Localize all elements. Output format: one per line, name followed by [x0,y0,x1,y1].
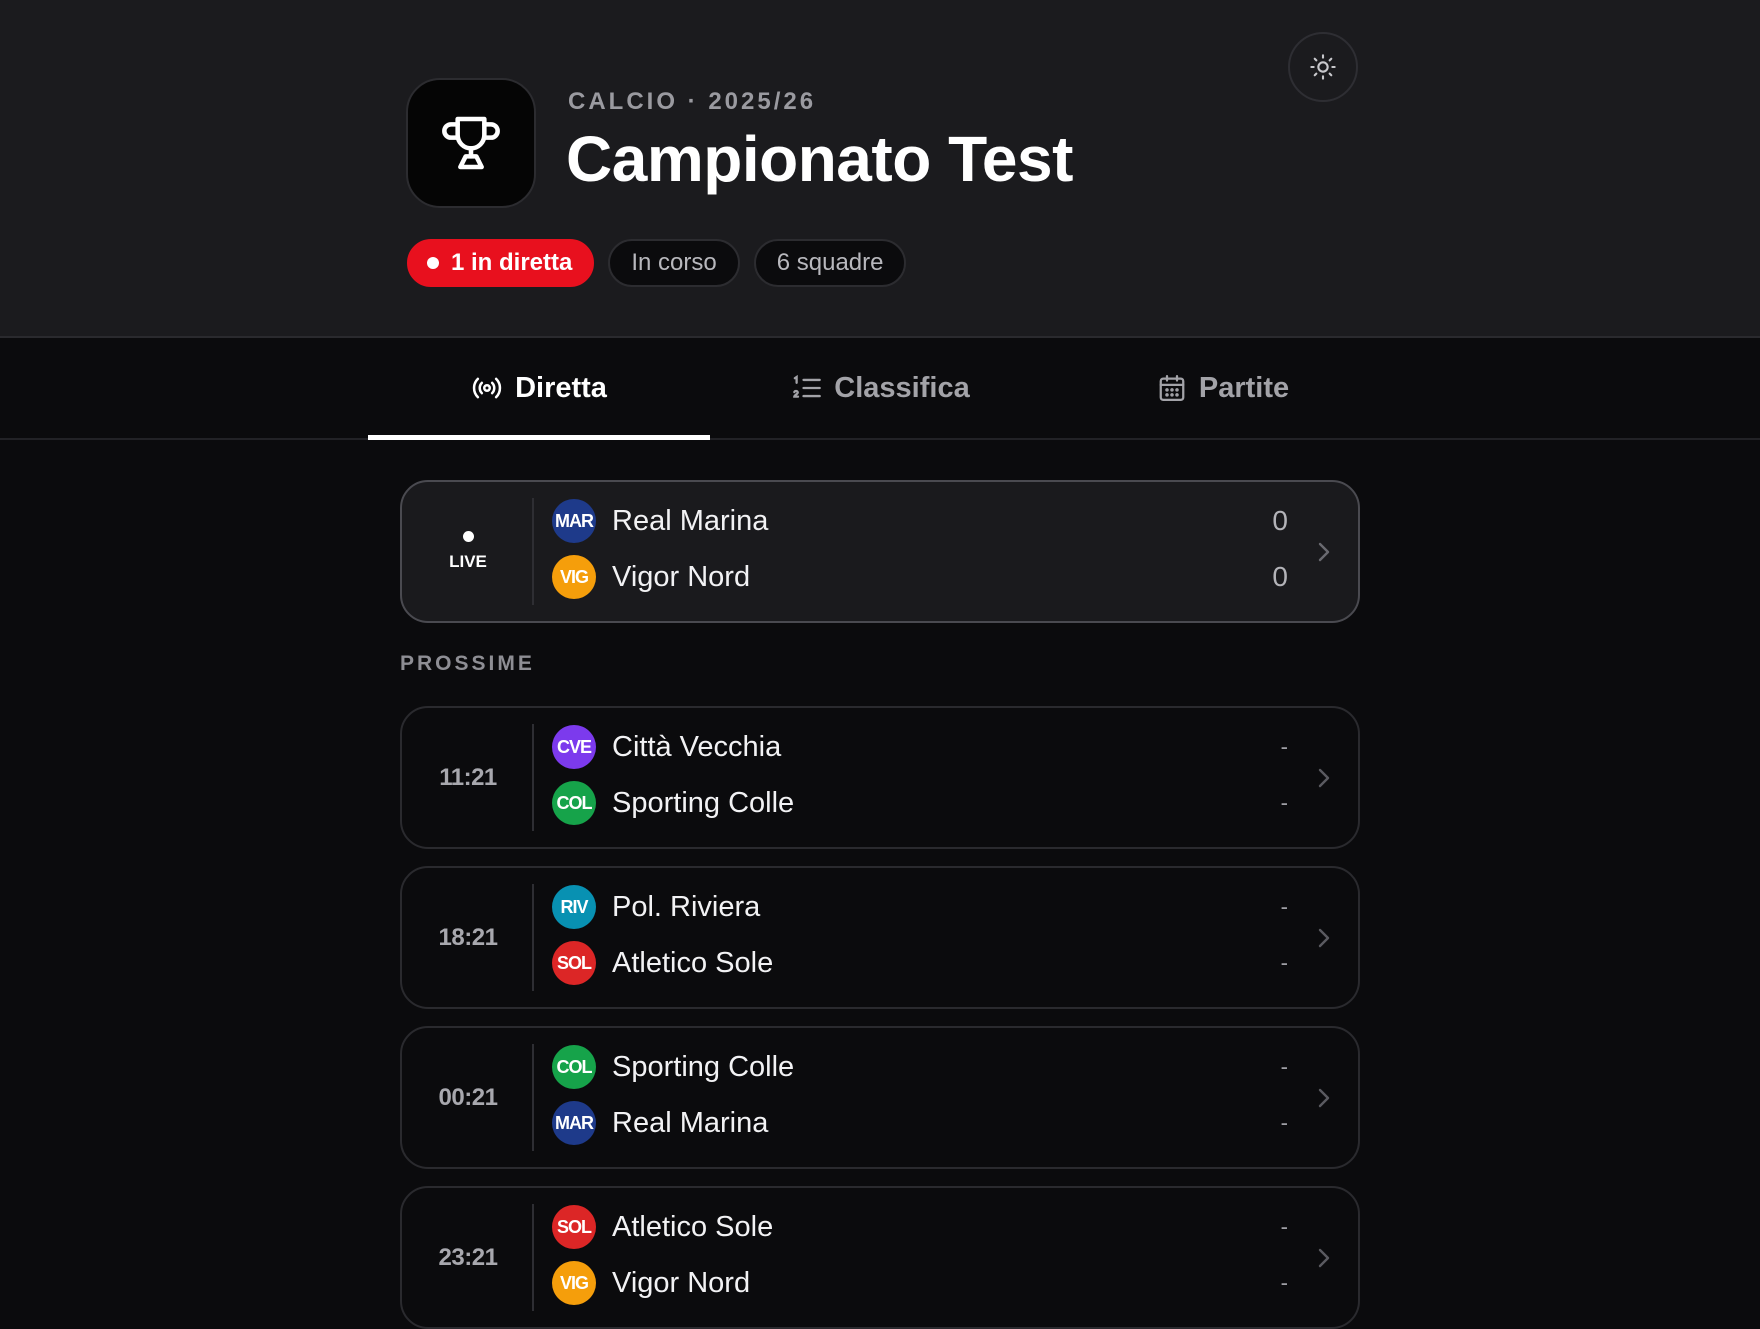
live-dot-icon [462,531,474,542]
team-badge: SOL [552,941,596,985]
team-score: - [1280,1054,1288,1079]
team-score: - [1280,734,1288,759]
sport-season-label: CALCIO · 2025/26 [568,88,817,115]
sun-icon [1310,54,1336,80]
team-score: - [1280,1110,1288,1135]
home-team-row: RIV Pol. Riviera - [552,882,1288,932]
divider [532,1204,534,1311]
page-title: Campionato Test [566,123,1073,195]
league-logo [406,78,536,208]
team-score: - [1280,950,1288,975]
teams-count-badge: 6 squadre [753,239,907,287]
status-badge: In corso [608,239,740,287]
tab-partite[interactable]: Partite [1052,338,1394,438]
ranked-list-icon [793,374,822,398]
team-score: 0 [1272,505,1288,536]
team-badge: VIG [552,555,596,599]
team-badge: COL [552,781,596,825]
match-card[interactable]: 11:21 CVE Città Vecchia - COL Sporting C… [400,706,1360,849]
trophy-icon [442,116,500,170]
away-team-row: VIG Vigor Nord 0 [552,552,1288,602]
divider [532,884,534,991]
header: CALCIO · 2025/26 Campionato Test 1 in di… [0,0,1760,338]
divider [532,1044,534,1151]
match-time: 11:21 [439,763,497,791]
home-team-row: COL Sporting Colle - [552,1042,1288,1092]
away-team-row: VIG Vigor Nord - [552,1258,1288,1308]
team-score: - [1280,894,1288,919]
match-time: 00:21 [438,1083,498,1111]
home-team-row: SOL Atletico Sole - [552,1202,1288,1252]
team-name: Atletico Sole [612,1210,774,1243]
tab-label: Diretta [515,371,607,404]
tab-bar: Diretta Classifica Partite [0,338,1760,440]
team-name: Vigor Nord [612,1266,751,1299]
chevron-right-icon [1318,1248,1330,1267]
team-badge: RIV [552,885,596,929]
tab-label: Classifica [834,371,970,404]
home-team-row: CVE Città Vecchia - [552,722,1288,772]
team-name: Real Marina [612,504,769,537]
team-name: Sporting Colle [612,1050,795,1083]
theme-toggle-button[interactable] [1288,32,1358,102]
team-name: Pol. Riviera [612,890,761,923]
team-score: - [1280,1214,1288,1239]
calendar-icon [1159,375,1185,401]
live-dot-icon [427,257,439,269]
team-name: Real Marina [612,1106,769,1139]
team-score: - [1280,790,1288,815]
chevron-right-icon [1318,1088,1330,1107]
match-card[interactable]: 23:21 SOL Atletico Sole - VIG Vigor Nord… [400,1186,1360,1329]
team-badge: MAR [552,1101,596,1145]
team-badge: COL [552,1045,596,1089]
team-badge: VIG [552,1261,596,1305]
match-card[interactable]: 18:21 RIV Pol. Riviera - SOL Atletico So… [400,866,1360,1009]
live-label: LIVE [449,552,487,571]
live-match-card[interactable]: LIVE MAR Real Marina 0 VIG Vigor Nord 0 [400,480,1360,623]
chevron-right-icon [1318,768,1330,787]
home-team-row: MAR Real Marina 0 [552,496,1288,546]
match-time: 18:21 [438,923,498,951]
team-score: - [1280,1270,1288,1295]
team-name: Atletico Sole [612,946,774,979]
upcoming-section-label: PROSSIME [400,652,535,675]
live-count-label: 1 in diretta [451,249,573,276]
team-badge: SOL [552,1205,596,1249]
away-team-row: MAR Real Marina - [552,1098,1288,1148]
team-badge: MAR [552,499,596,543]
team-name: Sporting Colle [612,786,795,819]
match-time: 23:21 [438,1243,498,1271]
tab-label: Partite [1198,371,1290,404]
away-team-row: SOL Atletico Sole - [552,938,1288,988]
tab-classifica[interactable]: Classifica [710,338,1052,438]
chevron-right-icon [1318,542,1330,561]
live-indicator: LIVE [402,482,534,621]
away-team-row: COL Sporting Colle - [552,778,1288,828]
team-name: Città Vecchia [612,730,782,763]
live-count-badge: 1 in diretta [407,239,595,287]
divider [532,724,534,831]
team-badge: CVE [552,725,596,769]
team-name: Vigor Nord [612,560,751,593]
match-card[interactable]: 00:21 COL Sporting Colle - MAR Real Mari… [400,1026,1360,1169]
status-chips: 1 in diretta In corso 6 squadre [407,239,907,287]
divider [532,498,534,605]
team-score: 0 [1272,561,1288,592]
broadcast-icon [472,377,502,399]
chevron-right-icon [1318,928,1330,947]
tab-diretta[interactable]: Diretta [368,338,710,440]
